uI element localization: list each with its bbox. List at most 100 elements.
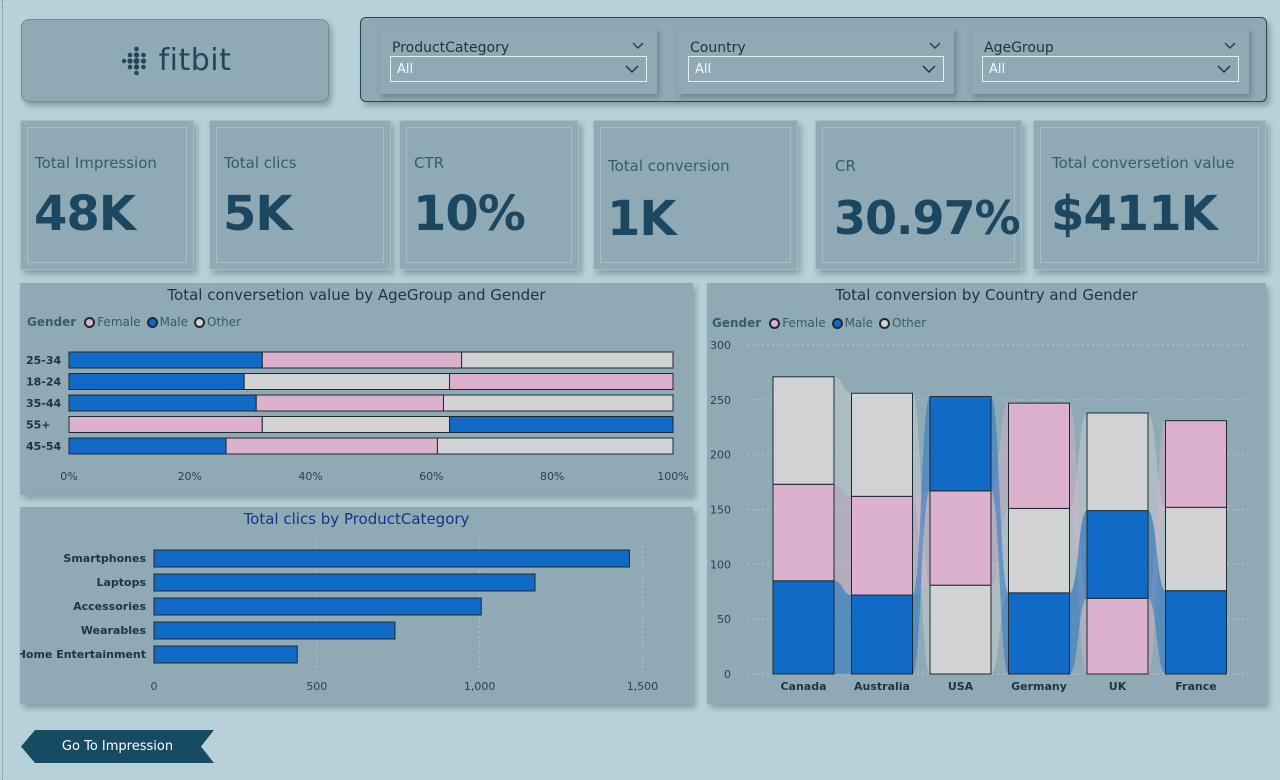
- kpi-ctr: CTR 10%: [399, 120, 579, 270]
- bar-segment-female: [255, 394, 444, 412]
- y-tick-label: 150: [710, 504, 731, 517]
- fitbit-logo: fitbit: [119, 43, 232, 78]
- kpi-label: CR: [835, 157, 856, 175]
- slicer-value: All: [397, 61, 414, 77]
- go-to-impression-button[interactable]: Go To Impression: [21, 730, 214, 763]
- y-category-label: Laptops: [96, 576, 146, 589]
- x-tick-label: 1,500: [627, 680, 659, 693]
- kpi-value: 10%: [413, 186, 526, 242]
- kpi-total-clics: Total clics 5K: [209, 120, 391, 270]
- chevron-down-icon[interactable]: [1223, 38, 1237, 52]
- bar-segment-male: [1086, 510, 1149, 599]
- fitbit-dots-icon: [121, 46, 146, 75]
- y-tick-label: 100: [710, 558, 731, 571]
- kpi-total-conversetion-value: Total conversetion value $411K: [1033, 120, 1266, 270]
- bar-segment-other: [442, 394, 674, 412]
- y-tick-label: 50: [717, 613, 731, 626]
- bar-segment-female: [1086, 597, 1149, 675]
- ribbon-other: [834, 376, 852, 497]
- bar: [153, 597, 482, 616]
- kpi-value: 30.97%: [834, 191, 1021, 245]
- y-tick-label: 250: [710, 394, 731, 407]
- bar-segment-female: [851, 495, 913, 596]
- kpi-total-impression: Total Impression 48K: [20, 120, 194, 270]
- y-category-label: 35-44: [26, 397, 62, 410]
- filter-panel: ProductCategory All Country All AgeGroup…: [360, 17, 1267, 102]
- product-category-slicer[interactable]: ProductCategory All: [380, 28, 657, 94]
- bar-segment-male: [851, 594, 913, 675]
- bar-segment-other: [1165, 506, 1227, 592]
- y-category-label: 55+: [26, 419, 51, 432]
- y-category-label: 25-34: [26, 354, 62, 367]
- x-tick-label: 1,000: [464, 680, 496, 693]
- slicer-dropdown[interactable]: All: [982, 56, 1239, 82]
- agegroup-gender-plot: 0% 20% 40% 60% 80% 100% 25-34 18-24 35-44 55+ 45-5…: [26, 351, 689, 483]
- clics-by-category-plot: 0 500 1,000 1,500 Smartphones Laptops Accessor…: [20, 541, 659, 693]
- slicer-value: All: [989, 61, 1006, 77]
- bar-segment-female: [261, 351, 463, 369]
- slicer-title: Country: [690, 40, 746, 56]
- country-gender-plot: 0 50 100 150 200 250 300 Canada Australia USA Germ…: [710, 339, 1252, 693]
- y-category-label: 18-24: [26, 376, 62, 389]
- chevron-down-icon[interactable]: [631, 38, 645, 52]
- canvas-border: [2, 0, 3, 780]
- x-category-label: UK: [1109, 680, 1127, 693]
- bar-segment-other: [1008, 507, 1070, 594]
- bar-segment-female: [1008, 402, 1070, 509]
- x-tick-label: 40%: [298, 470, 322, 483]
- ribbon-female: [834, 484, 852, 596]
- slicer-value: All: [695, 61, 712, 77]
- slicer-title: AgeGroup: [984, 40, 1054, 56]
- x-tick-label: 500: [306, 680, 327, 693]
- kpi-value: 48K: [34, 186, 136, 242]
- kpi-label: Total conversetion value: [1052, 154, 1235, 172]
- kpi-label: Total Impression: [35, 154, 157, 172]
- slicer-dropdown[interactable]: All: [390, 56, 647, 82]
- y-tick-label: 0: [724, 668, 731, 681]
- logo-text: fitbit: [158, 43, 232, 78]
- bar: [153, 645, 298, 664]
- bar-segment-other: [772, 376, 835, 485]
- country-gender-chart: Total conversion by Country and Gender G…: [707, 283, 1266, 704]
- bar-segment-other: [1086, 412, 1149, 512]
- kpi-value: 5K: [223, 186, 293, 242]
- agegroup-slicer[interactable]: AgeGroup All: [972, 28, 1249, 94]
- chevron-down-icon: [625, 65, 639, 74]
- x-tick-label: 80%: [540, 470, 564, 483]
- x-category-label: Canada: [780, 680, 826, 693]
- bar-segment-female: [449, 373, 674, 390]
- bar: [153, 573, 536, 592]
- x-tick-label: 0: [151, 680, 158, 693]
- bar-segment-other: [261, 416, 451, 433]
- nav-button-label: Go To Impression: [61, 739, 174, 754]
- x-tick-label: 0%: [60, 470, 77, 483]
- bar-segment-male: [1008, 592, 1070, 675]
- y-category-label: Home Entertainment: [20, 648, 146, 661]
- bar-segment-female: [929, 490, 992, 586]
- kpi-value: $411K: [1051, 186, 1218, 242]
- x-category-label: France: [1175, 680, 1216, 693]
- bar-segment-male: [1165, 590, 1227, 675]
- kpi-cr: CR 30.97%: [815, 120, 1022, 270]
- y-tick-label: 300: [710, 339, 731, 352]
- kpi-label: CTR: [414, 154, 445, 172]
- kpi-value: 1K: [607, 191, 677, 247]
- bar-segment-male: [68, 394, 257, 412]
- y-category-label: Wearables: [81, 624, 147, 637]
- kpi-label: Total clics: [224, 154, 297, 172]
- country-slicer[interactable]: Country All: [678, 28, 954, 94]
- bar-segment-male: [772, 580, 835, 675]
- bar-segment-male: [929, 396, 992, 492]
- chevron-down-icon: [922, 65, 936, 74]
- x-category-label: Australia: [854, 680, 910, 693]
- chevron-down-icon[interactable]: [928, 38, 942, 52]
- slicer-dropdown[interactable]: All: [688, 56, 944, 82]
- y-tick-label: 200: [710, 449, 731, 462]
- bar-segment-other: [929, 584, 992, 675]
- bar-segment-female: [772, 483, 835, 582]
- bar-segment-other: [461, 351, 674, 369]
- chevron-down-icon: [1217, 65, 1231, 74]
- y-category-label: Smartphones: [63, 552, 146, 565]
- agegroup-gender-chart: Total conversetion value by AgeGroup and…: [20, 283, 693, 495]
- ribbon-male: [834, 580, 852, 674]
